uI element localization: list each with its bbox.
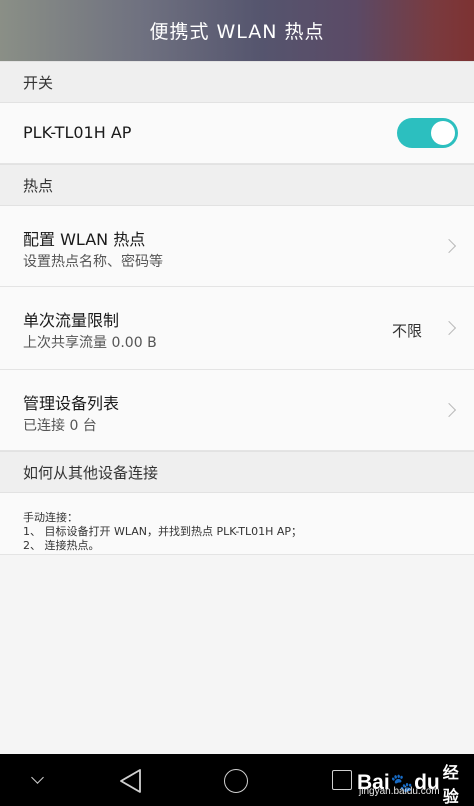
- chevron-right-icon: [441, 402, 457, 418]
- manage-devices-row[interactable]: 管理设备列表 已连接 0 台: [0, 370, 474, 451]
- toggle-knob: [431, 121, 455, 145]
- configure-hotspot-title: 配置 WLAN 热点: [23, 230, 146, 249]
- data-limit-subtitle: 上次共享流量 0.00 B: [23, 335, 157, 351]
- chevron-right-icon: [441, 320, 457, 336]
- chevron-down-icon[interactable]: [31, 771, 44, 784]
- connection-instructions: 手动连接： 1、 目标设备打开 WLAN，并找到热点 PLK-TL01H AP；…: [0, 493, 474, 555]
- section-label-hotspot: 热点: [23, 176, 54, 195]
- hotspot-toggle-row[interactable]: PLK-TL01H AP: [0, 103, 474, 164]
- page-title: 便携式 WLAN 热点: [149, 21, 325, 43]
- home-icon[interactable]: [224, 769, 248, 793]
- data-limit-title: 单次流量限制: [23, 311, 120, 330]
- watermark-url: jingyan.baidu.com: [359, 786, 440, 797]
- instruction-line: 1、 目标设备打开 WLAN，并找到热点 PLK-TL01H AP；: [23, 525, 303, 538]
- title-bar: 便携式 WLAN 热点: [0, 0, 474, 61]
- manage-devices-subtitle: 已连接 0 台: [23, 418, 97, 434]
- chevron-right-icon: [441, 238, 457, 254]
- section-label-switch: 开关: [23, 73, 54, 92]
- data-limit-value: 不限: [391, 322, 422, 340]
- section-header-connect: 如何从其他设备连接: [0, 451, 474, 493]
- watermark-brand-cn: 经验: [442, 765, 459, 806]
- section-header-hotspot: 热点: [0, 164, 474, 206]
- data-limit-row[interactable]: 单次流量限制 上次共享流量 0.00 B 不限: [0, 287, 474, 370]
- instruction-line: 手动连接：: [23, 511, 78, 524]
- recent-apps-icon[interactable]: [332, 770, 352, 790]
- configure-hotspot-subtitle: 设置热点名称、密码等: [23, 254, 163, 270]
- manage-devices-title: 管理设备列表: [23, 394, 120, 413]
- baidu-jingyan-watermark: Bai 🐾 du 经验 jingyan.baidu.com: [357, 755, 471, 806]
- instruction-line: 2、 连接热点。: [23, 539, 100, 552]
- ap-name-label: PLK-TL01H AP: [23, 123, 132, 142]
- section-label-connect: 如何从其他设备连接: [23, 463, 159, 482]
- watermark-brand: Bai 🐾 du 经验: [357, 759, 471, 806]
- hotspot-toggle-switch[interactable]: [397, 118, 458, 148]
- back-icon[interactable]: [119, 768, 143, 794]
- configure-hotspot-row[interactable]: 配置 WLAN 热点 设置热点名称、密码等: [0, 206, 474, 287]
- section-header-switch: 开关: [0, 61, 474, 103]
